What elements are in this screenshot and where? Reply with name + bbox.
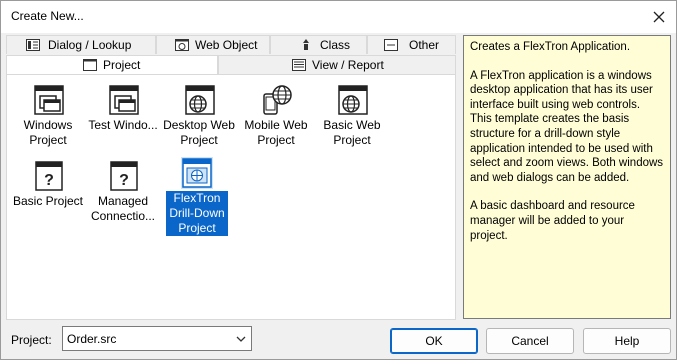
template-label: Managed Connectio... xyxy=(90,194,156,223)
cancel-button[interactable]: Cancel xyxy=(486,328,574,354)
project-value: Order.src xyxy=(67,332,117,346)
tab-other[interactable]: Other xyxy=(367,35,456,54)
template-flextron-drill-down[interactable]: FlexTron Drill-Down Project xyxy=(166,157,228,239)
create-new-dialog: Create New... Dialog / Lookup Web Object… xyxy=(0,0,677,360)
tab-label: View / Report xyxy=(312,58,384,72)
help-button[interactable]: Help xyxy=(583,328,671,354)
project-combobox[interactable]: Order.src xyxy=(62,326,252,351)
tab-label: Web Object xyxy=(195,38,258,52)
template-label: Desktop Web Project xyxy=(163,118,235,147)
template-label: Basic Web Project xyxy=(323,118,381,147)
close-button[interactable] xyxy=(642,1,676,33)
web-object-icon xyxy=(175,39,189,51)
view-report-icon xyxy=(292,59,306,71)
template-label: FlexTron Drill-Down Project xyxy=(166,191,228,236)
template-desktop-web[interactable]: Desktop Web Project xyxy=(160,84,238,148)
tab-web-object[interactable]: Web Object xyxy=(156,35,270,54)
tab-row-back: Dialog / Lookup Web Object Class Other xyxy=(6,35,456,54)
project-label: Project: xyxy=(11,333,52,347)
tab-class[interactable]: Class xyxy=(270,35,367,54)
windows-project-icon xyxy=(34,85,64,115)
template-description: Creates a FlexTron Application. A FlexTr… xyxy=(463,35,671,319)
template-basic-project[interactable]: ? Basic Project xyxy=(9,160,87,224)
template-label: Mobile Web Project xyxy=(244,118,308,147)
other-icon xyxy=(384,39,398,51)
dialog-icon xyxy=(26,39,40,51)
desktop-web-icon xyxy=(185,85,215,115)
title-bar: Create New... xyxy=(1,1,676,33)
tab-label: Dialog / Lookup xyxy=(48,38,132,52)
svg-text:?: ? xyxy=(44,172,54,189)
window-title: Create New... xyxy=(11,9,84,23)
template-label: Windows Project xyxy=(23,118,73,147)
tab-label: Other xyxy=(409,38,440,52)
tab-label: Class xyxy=(320,38,351,52)
tab-view-report[interactable]: View / Report xyxy=(218,55,456,74)
template-windows-project[interactable]: Windows Project xyxy=(9,84,87,148)
template-label: Basic Project xyxy=(12,194,84,208)
tab-dialog-lookup[interactable]: Dialog / Lookup xyxy=(6,35,156,54)
description-extras: A basic dashboard and resource manager w… xyxy=(470,200,635,242)
template-basic-web[interactable]: Basic Web Project xyxy=(313,84,391,148)
close-icon xyxy=(653,11,665,23)
test-windows-icon xyxy=(109,85,139,115)
window-icon xyxy=(83,59,97,71)
template-label: Test Windo... xyxy=(88,118,158,132)
description-details: A FlexTron application is a windows desk… xyxy=(470,69,664,184)
question-doc-icon: ? xyxy=(35,161,63,191)
svg-text:?: ? xyxy=(119,172,129,189)
description-summary: Creates a FlexTron Application. xyxy=(470,41,631,53)
template-mobile-web[interactable]: Mobile Web Project xyxy=(237,84,315,148)
mobile-web-icon xyxy=(263,85,292,115)
template-list: Windows Project Test Windo... Desktop We… xyxy=(6,74,456,320)
class-icon xyxy=(303,39,309,50)
tab-label: Project xyxy=(103,58,141,72)
template-test-windows[interactable]: Test Windo... xyxy=(84,84,162,148)
chevron-down-icon xyxy=(236,336,246,342)
ok-button[interactable]: OK xyxy=(390,328,478,354)
tab-row-front: Project View / Report xyxy=(6,55,456,75)
tab-project[interactable]: Project xyxy=(6,55,218,75)
basic-web-icon xyxy=(338,85,368,115)
question-doc-icon: ? xyxy=(110,161,138,191)
flextron-icon xyxy=(181,157,213,189)
template-managed-connections[interactable]: ? Managed Connectio... xyxy=(84,160,162,224)
